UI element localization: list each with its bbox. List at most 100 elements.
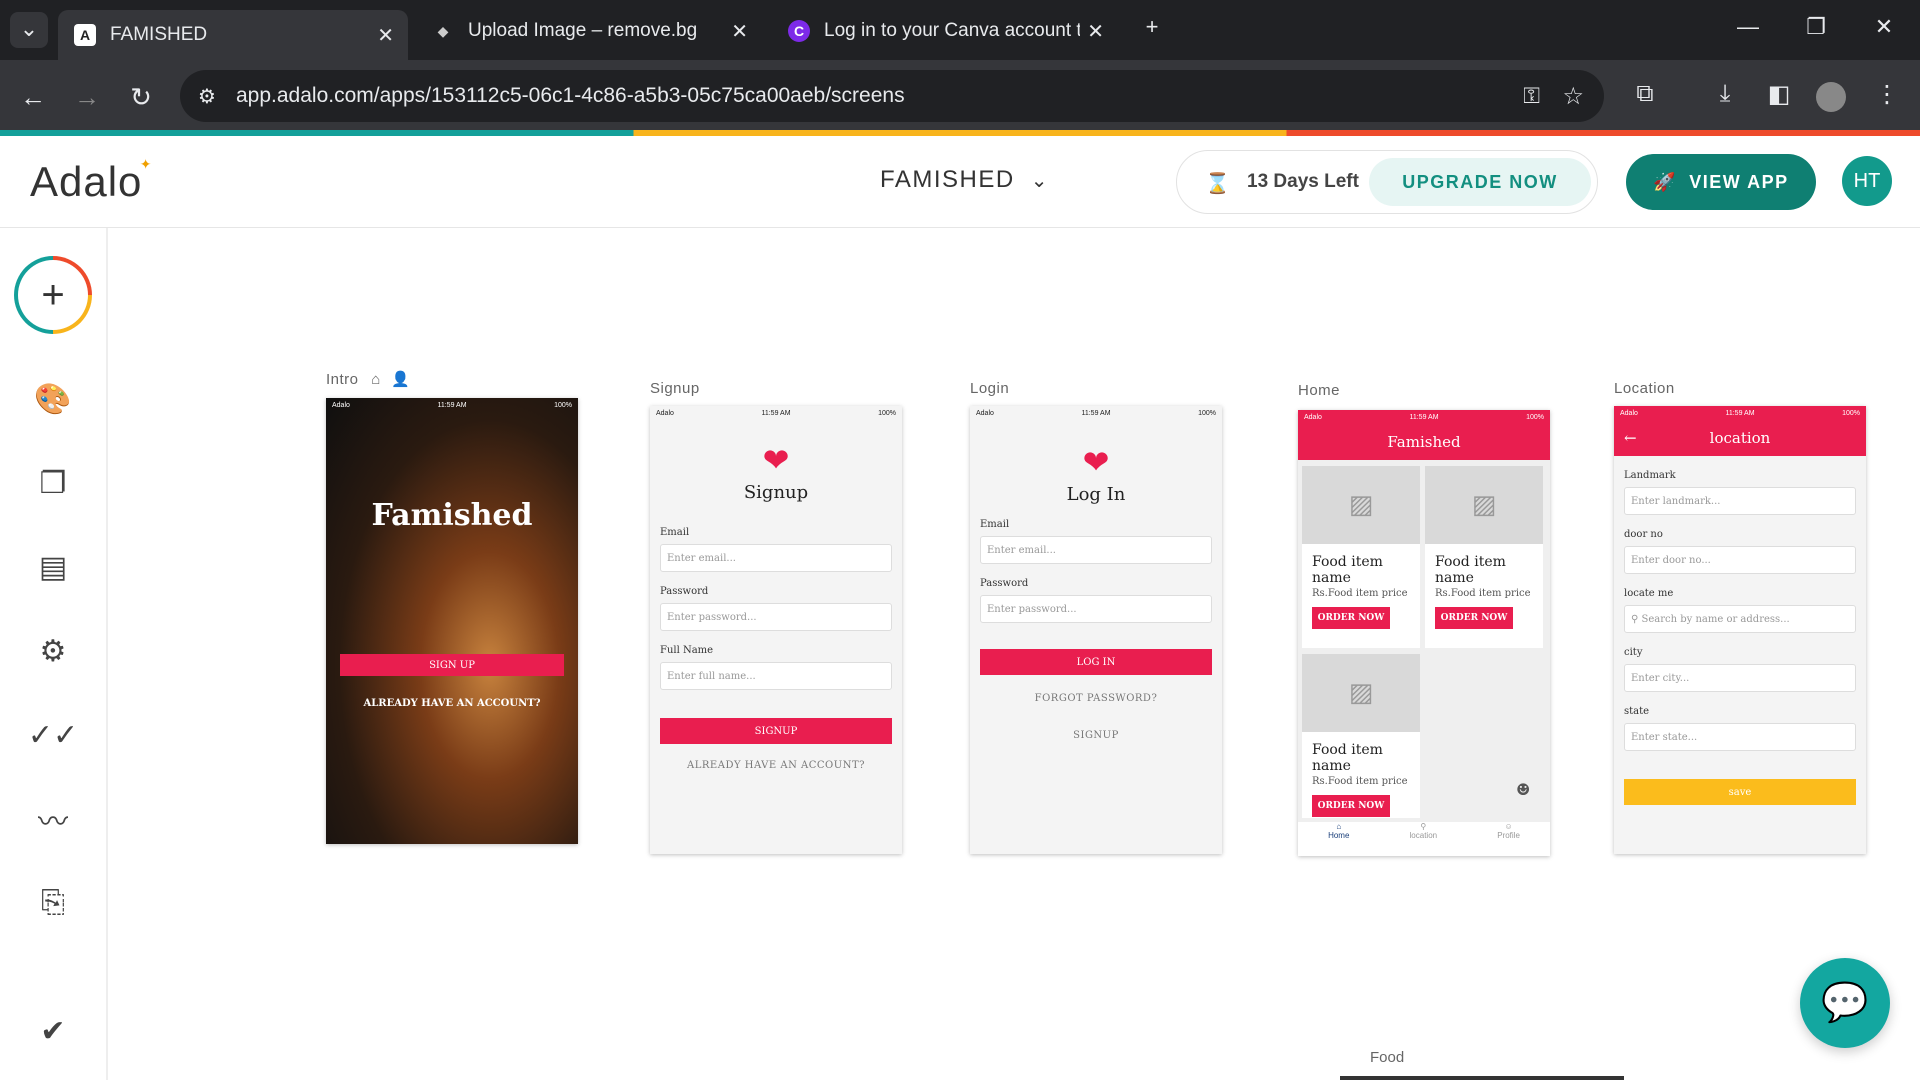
signup-submit-button[interactable]: SIGNUP [660, 718, 892, 744]
home-icon: ⌂ [1336, 822, 1342, 831]
image-placeholder-icon: ▨ [1302, 654, 1420, 732]
avatar[interactable]: HT [1842, 156, 1892, 206]
signup-link[interactable]: SIGNUP [970, 730, 1222, 741]
home-icon: ⌂ [371, 371, 381, 388]
help-chat-button[interactable]: 💬 [1800, 958, 1890, 1048]
signup-screen[interactable]: Adalo 11:59 AM 100% ❤ Signup Email Enter e… [650, 406, 902, 854]
screen-label-food[interactable]: Food [1370, 1049, 1404, 1066]
nav-home[interactable]: ⌂ Home [1328, 822, 1349, 856]
screen-label-intro[interactable]: Intro ⌂ 👤 [326, 370, 411, 388]
close-tab-icon[interactable]: ✕ [731, 19, 748, 44]
settings-icon[interactable]: ⚙ [30, 628, 76, 674]
screens-canvas[interactable]: Intro ⌂ 👤 Adalo 11:59 AM 100% Famished SIG… [108, 228, 1920, 1080]
location-screen[interactable]: Adalo 11:59 AM 100% ← location Landmark En… [1614, 406, 1866, 854]
analytics-icon[interactable]: 〰 [30, 796, 76, 842]
new-tab-icon[interactable]: + [1132, 14, 1172, 40]
screens-icon[interactable]: ❐ [30, 460, 76, 506]
star-icon[interactable]: ☆ [1562, 82, 1584, 111]
add-component-button[interactable]: + [14, 256, 92, 334]
close-window-icon[interactable]: ✕ [1864, 14, 1904, 40]
upgrade-now-button[interactable]: UPGRADE NOW [1369, 158, 1591, 206]
have-account-link[interactable]: ALREADY HAVE AN ACCOUNT? [326, 698, 578, 709]
tab-famished[interactable]: A FAMISHED ✕ [58, 10, 408, 60]
trial-banner: ⌛ 13 Days Left UPGRADE NOW [1176, 150, 1598, 214]
city-field[interactable]: Enter city... [1624, 664, 1856, 692]
state-field[interactable]: Enter state... [1624, 723, 1856, 751]
food-card[interactable]: ▨ Food item name Rs.Food item price ORDE… [1302, 654, 1420, 818]
heart-hands-icon: ❤ [762, 441, 790, 479]
back-icon[interactable]: ← [16, 82, 50, 113]
person-icon: ☺ [1504, 822, 1513, 831]
project-selector[interactable]: FAMISHED ⌄ [880, 166, 1049, 194]
plus-icon: + [18, 260, 88, 330]
profile-icon[interactable] [1816, 82, 1846, 112]
key-icon[interactable]: ⚿ [1523, 83, 1540, 109]
forgot-password-link[interactable]: FORGOT PASSWORD? [970, 693, 1222, 704]
screen-label-home[interactable]: Home [1298, 382, 1340, 399]
full-name-field[interactable]: Enter full name... [660, 662, 892, 690]
nav-location[interactable]: ⚲ location [1410, 822, 1438, 856]
location-header: ← location [1614, 420, 1866, 456]
app-header: Adalo ✦ FAMISHED ⌄ ⌛ 13 Days Left UPGRADE … [0, 136, 1920, 228]
save-button[interactable]: save [1624, 779, 1856, 805]
publish-check-icon[interactable]: ✓✓ [28, 712, 78, 758]
screen-label-signup[interactable]: Signup [650, 380, 700, 397]
minimize-icon[interactable]: — [1728, 14, 1768, 40]
intro-screen[interactable]: Adalo 11:59 AM 100% Famished SIGN UP ALREA… [326, 398, 578, 844]
have-account-link[interactable]: ALREADY HAVE AN ACCOUNT? [650, 760, 902, 771]
food-card[interactable]: ▨ Food item name Rs.Food item price ORDE… [1302, 466, 1420, 648]
version-icon[interactable]: ⎘ [30, 880, 76, 926]
database-icon[interactable]: ▤ [30, 544, 76, 590]
download-icon[interactable]: ⤓ [1708, 80, 1742, 108]
screen-label-location[interactable]: Location [1614, 380, 1675, 397]
tab-removebg[interactable]: ◆ Upload Image – remove.bg ✕ [416, 10, 762, 52]
view-app-button[interactable]: 🚀 VIEW APP [1626, 154, 1816, 210]
email-field[interactable]: Enter email... [660, 544, 892, 572]
restore-icon[interactable]: ❐ [1796, 14, 1836, 40]
divider [1340, 1076, 1624, 1080]
order-now-button[interactable]: ORDER NOW [1435, 607, 1513, 629]
chat-icon: 💬 [1821, 982, 1869, 1024]
order-now-button[interactable]: ORDER NOW [1312, 795, 1390, 817]
login-screen[interactable]: Adalo 11:59 AM 100% ❤ Log In Email Enter e… [970, 406, 1222, 854]
site-info-icon[interactable]: ⚙ [198, 84, 216, 109]
verified-badge-icon[interactable]: ✔ [30, 1008, 76, 1054]
rocket-icon: 🚀 [1653, 171, 1678, 192]
forward-icon[interactable]: → [70, 82, 104, 113]
home-header: Famished [1298, 424, 1550, 460]
palette-icon[interactable]: 🎨 [30, 376, 76, 422]
extensions-icon[interactable]: ⧉ [1628, 80, 1662, 108]
user-settings-icon: 👤 [391, 371, 411, 388]
menu-icon[interactable]: ⋮ [1870, 80, 1904, 109]
login-button[interactable]: LOG IN [980, 649, 1212, 675]
nav-profile[interactable]: ☺ Profile [1497, 822, 1520, 856]
adalo-logo[interactable]: Adalo ✦ [30, 156, 151, 206]
adalo-icon: A [74, 24, 96, 46]
signup-button[interactable]: SIGN UP [340, 654, 564, 676]
intro-title: Famished [371, 498, 533, 533]
close-tab-icon[interactable]: ✕ [377, 23, 394, 48]
tab-search-button[interactable]: ⌄ [10, 12, 48, 48]
password-field[interactable]: Enter password... [660, 603, 892, 631]
reload-icon[interactable]: ↻ [124, 82, 158, 113]
landmark-field[interactable]: Enter landmark... [1624, 487, 1856, 515]
door-no-field[interactable]: Enter door no... [1624, 546, 1856, 574]
back-arrow-icon[interactable]: ← [1624, 420, 1637, 456]
canva-icon: C [788, 20, 810, 42]
address-bar[interactable]: ⚙ app.adalo.com/apps/153112c5-06c1-4c86-… [180, 70, 1604, 122]
bottom-nav: ⌂ Home ⚲ location ☺ Profile [1298, 822, 1550, 856]
tab-canva[interactable]: C Log in to your Canva account to ✕ [772, 10, 1118, 52]
left-sidebar: + 🎨 ❐ ▤ ⚙ ✓✓ 〰 ⎘ ✔ [0, 228, 108, 1080]
food-card[interactable]: ▨ Food item name Rs.Food item price ORDE… [1425, 466, 1543, 648]
image-placeholder-icon: ▨ [1425, 466, 1543, 544]
email-field[interactable]: Enter email... [980, 536, 1212, 564]
password-field[interactable]: Enter password... [980, 595, 1212, 623]
location-search-field[interactable]: ⚲ Search by name or address... [1624, 605, 1856, 633]
screen-label-login[interactable]: Login [970, 380, 1009, 397]
close-tab-icon[interactable]: ✕ [1087, 19, 1104, 44]
home-screen[interactable]: Adalo 11:59 AM 100% Famished ▨ Food item n… [1298, 410, 1550, 856]
url-text: app.adalo.com/apps/153112c5-06c1-4c86-a5… [236, 84, 905, 107]
pin-icon: ⚲ [1631, 614, 1642, 625]
side-panel-icon[interactable]: ◧ [1762, 80, 1796, 109]
order-now-button[interactable]: ORDER NOW [1312, 607, 1390, 629]
